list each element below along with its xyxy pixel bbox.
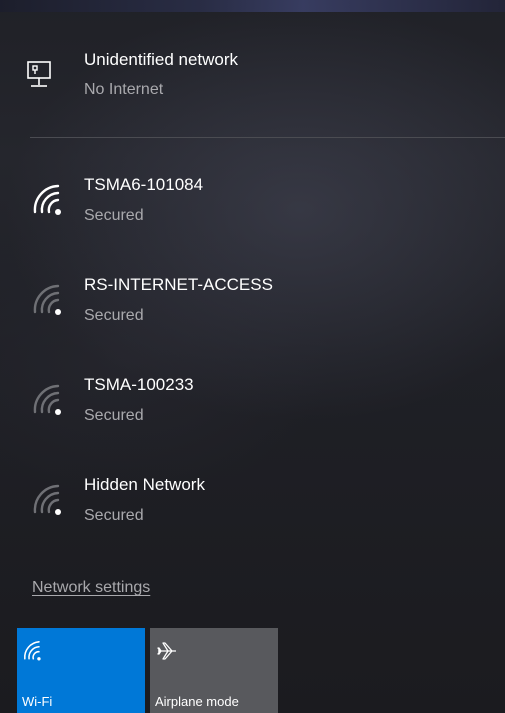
divider xyxy=(30,137,505,138)
network-security: Secured xyxy=(84,507,144,524)
signal-dot xyxy=(55,409,61,415)
network-ssid: Hidden Network xyxy=(84,475,205,494)
wifi-icon xyxy=(24,641,41,661)
network-ssid: TSMA-100233 xyxy=(84,375,194,394)
wifi-signal-icon xyxy=(33,184,61,215)
network-ssid: TSMA6-101084 xyxy=(84,175,204,194)
current-connection[interactable]: Unidentified network No Internet xyxy=(0,38,505,118)
wifi-signal-icon xyxy=(33,384,61,415)
current-network-name: Unidentified network xyxy=(84,50,239,69)
airplane-icon xyxy=(157,642,176,660)
network-ssid: RS-INTERNET-ACCESS xyxy=(84,275,273,294)
current-network-status: No Internet xyxy=(84,81,164,98)
network-list: TSMA6-101084 Secured RS-INTERNET-ACCESS … xyxy=(0,160,505,560)
airplane-mode-tile[interactable]: Airplane mode xyxy=(150,628,278,713)
wifi-tile-label: Wi-Fi xyxy=(22,694,53,709)
top-edge xyxy=(0,0,505,12)
network-item[interactable]: RS-INTERNET-ACCESS Secured xyxy=(0,260,505,360)
signal-dot xyxy=(55,309,61,315)
signal-dot xyxy=(55,509,61,515)
signal-dot xyxy=(55,209,61,215)
network-item[interactable]: TSMA6-101084 Secured xyxy=(0,160,505,260)
wifi-toggle-tile[interactable]: Wi-Fi xyxy=(17,628,145,713)
network-item[interactable]: TSMA-100233 Secured xyxy=(0,360,505,460)
network-settings-link[interactable]: Network settings xyxy=(32,579,150,597)
network-security: Secured xyxy=(84,207,144,224)
wifi-signal-icon xyxy=(33,484,61,515)
network-item[interactable]: Hidden Network Secured xyxy=(0,460,505,560)
wifi-signal-icon xyxy=(33,284,61,315)
network-flyout: Unidentified network No Internet TSMA6-1… xyxy=(0,0,505,713)
airplane-tile-label: Airplane mode xyxy=(155,694,239,709)
network-security: Secured xyxy=(84,307,144,324)
network-security: Secured xyxy=(84,407,144,424)
wired-network-icon xyxy=(27,61,51,87)
